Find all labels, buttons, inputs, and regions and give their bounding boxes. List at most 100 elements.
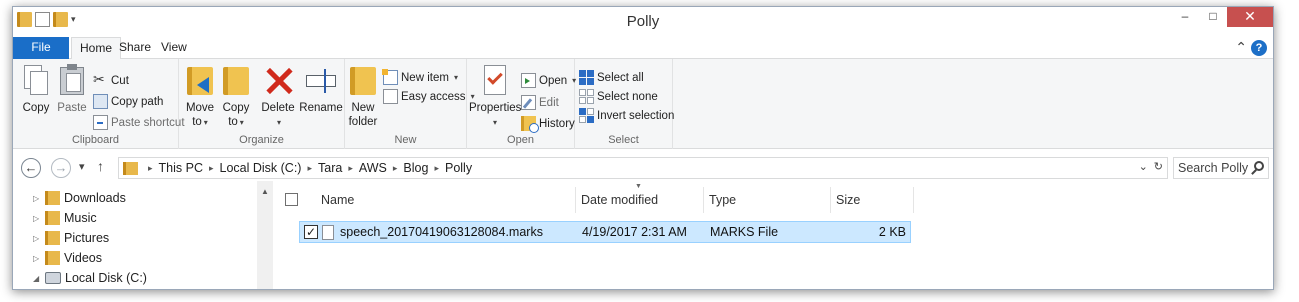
pictures-icon bbox=[45, 231, 60, 245]
select-all-label: Select all bbox=[597, 71, 644, 84]
column-header-date-modified[interactable]: Date modified bbox=[581, 187, 658, 213]
invert-selection-icon bbox=[579, 108, 594, 123]
file-icon bbox=[322, 225, 334, 240]
copy-path-icon bbox=[93, 94, 108, 109]
navigation-bar: ← → ▾ ↑ ▸ This PC ▸ Local Disk (C:) ▸ Ta… bbox=[13, 155, 1273, 181]
delete-button[interactable]: Delete ▾ bbox=[259, 63, 297, 130]
select-all-icon bbox=[579, 70, 594, 85]
nav-item-pictures[interactable]: ▷ Pictures bbox=[33, 231, 109, 245]
restore-button[interactable]: □ bbox=[1199, 7, 1227, 27]
nav-item-local-disk[interactable]: ◢ Local Disk (C:) bbox=[33, 271, 147, 285]
move-to-button[interactable]: Move to ▾ bbox=[183, 63, 217, 130]
row-checkbox[interactable]: ✓ bbox=[304, 225, 318, 239]
minimize-button[interactable]: – bbox=[1171, 7, 1199, 27]
paste-button[interactable]: Paste bbox=[55, 63, 89, 115]
easy-access-icon bbox=[383, 89, 398, 104]
breadcrumb-item[interactable]: Blog bbox=[403, 161, 428, 175]
column-header-size[interactable]: Size bbox=[836, 187, 860, 213]
expand-icon[interactable]: ▷ bbox=[33, 254, 41, 263]
select-none-button[interactable]: Select none bbox=[579, 89, 658, 104]
copy-button[interactable]: Copy bbox=[19, 63, 53, 115]
copy-to-label-2: to bbox=[228, 116, 238, 128]
delete-icon bbox=[263, 63, 293, 97]
breadcrumb-item[interactable]: Local Disk (C:) bbox=[220, 161, 302, 175]
new-folder-button[interactable]: New folder bbox=[347, 63, 379, 129]
tab-share[interactable]: Share bbox=[111, 37, 159, 59]
move-to-label-2: to bbox=[192, 116, 202, 128]
organize-caption: Organize bbox=[239, 134, 284, 146]
delete-dropdown-icon[interactable]: ▾ bbox=[277, 118, 281, 127]
clipboard-group: Copy Paste Cut Copy path Paste shortcut … bbox=[13, 59, 185, 149]
collapse-icon[interactable]: ◢ bbox=[33, 274, 41, 283]
file-size: 2 KB bbox=[878, 225, 906, 239]
address-history-icon[interactable]: ⌄ bbox=[1139, 160, 1148, 173]
nav-item-music[interactable]: ▷ Music bbox=[33, 211, 97, 225]
cut-label: Cut bbox=[111, 74, 129, 87]
select-all-button[interactable]: Select all bbox=[579, 70, 644, 85]
close-button[interactable]: ✕ bbox=[1227, 7, 1273, 27]
properties-dropdown-icon[interactable]: ▾ bbox=[493, 118, 497, 127]
tab-view[interactable]: View bbox=[153, 37, 195, 59]
collapse-ribbon-icon[interactable]: ⌃ bbox=[1235, 39, 1247, 56]
ribbon-tabs: File Home Share View ⌃ ? bbox=[13, 37, 1273, 60]
breadcrumb-item[interactable]: This PC bbox=[159, 161, 203, 175]
delete-label: Delete bbox=[261, 102, 295, 114]
copy-to-icon bbox=[221, 63, 251, 97]
new-folder-icon bbox=[348, 63, 378, 97]
new-folder-label: New bbox=[351, 102, 375, 114]
expand-icon[interactable]: ▷ bbox=[33, 214, 41, 223]
music-icon bbox=[45, 211, 60, 225]
easy-access-button[interactable]: Easy access ▾ bbox=[383, 89, 475, 104]
breadcrumb-item[interactable]: Polly bbox=[445, 161, 472, 175]
back-button[interactable]: ← bbox=[21, 158, 41, 178]
paste-shortcut-button[interactable]: Paste shortcut bbox=[93, 115, 185, 130]
up-button[interactable]: ↑ bbox=[97, 158, 104, 174]
select-all-checkbox[interactable] bbox=[285, 193, 298, 206]
history-button[interactable]: History bbox=[521, 116, 575, 133]
nav-item-videos[interactable]: ▷ Videos bbox=[33, 251, 102, 265]
copy-to-label: Copy bbox=[222, 102, 250, 114]
new-item-button[interactable]: New item ▾ bbox=[382, 69, 458, 85]
select-none-icon bbox=[579, 89, 594, 104]
move-to-icon bbox=[185, 63, 215, 97]
help-icon[interactable]: ? bbox=[1251, 39, 1267, 56]
paste-label: Paste bbox=[57, 102, 87, 114]
title-bar: ▾ Polly – □ ✕ bbox=[13, 7, 1273, 35]
videos-icon bbox=[45, 251, 60, 265]
edit-icon bbox=[521, 95, 536, 110]
explorer-window: ▾ Polly – □ ✕ File Home Share View ⌃ ? C… bbox=[12, 6, 1274, 290]
search-icon[interactable] bbox=[1254, 161, 1264, 171]
recent-locations-icon[interactable]: ▾ bbox=[79, 160, 85, 173]
address-bar[interactable]: ▸ This PC ▸ Local Disk (C:) ▸ Tara ▸ AWS… bbox=[118, 157, 1168, 179]
breadcrumb-item[interactable]: Tara bbox=[318, 161, 342, 175]
scissors-icon bbox=[93, 71, 108, 88]
nav-item-label: Downloads bbox=[64, 191, 126, 205]
properties-button[interactable]: Properties ▾ bbox=[469, 63, 522, 130]
copy-path-button[interactable]: Copy path bbox=[93, 94, 163, 109]
open-label: Open bbox=[539, 74, 568, 87]
file-list: ▼ Name Date modified Type Size ✓ speech_… bbox=[275, 181, 1273, 289]
search-input[interactable]: Search Polly bbox=[1173, 157, 1269, 179]
tab-file[interactable]: File bbox=[13, 37, 69, 59]
open-group: Properties ▾ Open ▾ Edit History Open bbox=[467, 59, 576, 149]
column-header-name[interactable]: Name bbox=[321, 187, 354, 213]
expand-icon[interactable]: ▷ bbox=[33, 194, 41, 203]
table-row[interactable]: ✓ speech_20170419063128084.marks 4/19/20… bbox=[299, 221, 911, 243]
forward-button[interactable]: → bbox=[51, 158, 71, 178]
folder-icon bbox=[123, 161, 138, 175]
expand-icon[interactable]: ▷ bbox=[33, 234, 41, 243]
clipboard-caption: Clipboard bbox=[71, 134, 120, 146]
nav-pane-scrollbar[interactable]: ▲ bbox=[257, 181, 273, 289]
breadcrumb-item[interactable]: AWS bbox=[359, 161, 387, 175]
scroll-up-icon[interactable]: ▲ bbox=[257, 187, 273, 196]
edit-button[interactable]: Edit bbox=[521, 95, 559, 110]
nav-item-downloads[interactable]: ▷ Downloads bbox=[33, 191, 126, 205]
open-button[interactable]: Open ▾ bbox=[521, 73, 576, 88]
column-header-type[interactable]: Type bbox=[709, 187, 736, 213]
copy-to-button[interactable]: Copy to ▾ bbox=[219, 63, 253, 130]
cut-button[interactable]: Cut bbox=[93, 71, 129, 88]
properties-label: Properties bbox=[469, 102, 522, 114]
rename-button[interactable]: Rename bbox=[299, 63, 343, 115]
refresh-icon[interactable]: ↻ bbox=[1154, 160, 1163, 173]
invert-selection-button[interactable]: Invert selection bbox=[579, 108, 674, 123]
